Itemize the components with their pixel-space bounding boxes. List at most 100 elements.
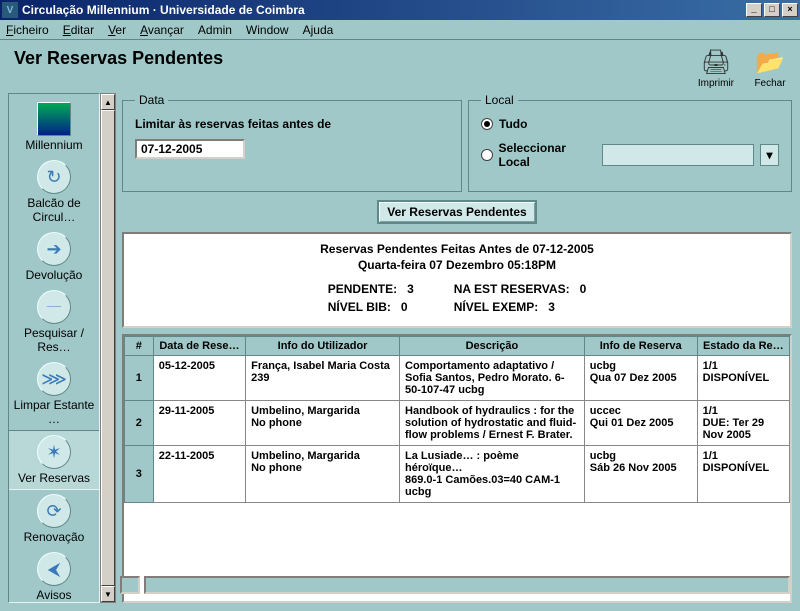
minimize-button[interactable]: _ (746, 3, 762, 17)
window-titlebar: Circulação Millennium · Universidade de … (0, 0, 800, 20)
table-cell: La Lusiade… : poème héroïque…869.0-1 Cam… (400, 446, 585, 503)
stat-nivexemp-label: NÍVEL EXEMP: (454, 300, 538, 314)
radio-seleccionar[interactable] (481, 149, 493, 161)
report-subtitle: Quarta-feira 07 Dezembro 05:18PM (132, 258, 782, 272)
local-select[interactable] (602, 144, 754, 166)
radio-tudo[interactable] (481, 118, 493, 130)
table-cell: 3 (125, 446, 154, 503)
data-filter-label: Limitar às reservas feitas antes de (135, 117, 449, 131)
report-panel: Reservas Pendentes Feitas Antes de 07-12… (122, 232, 792, 328)
sidebar-item-label: Millennium (25, 138, 82, 152)
close-button[interactable]: × (782, 3, 798, 17)
table-cell: Umbelino, MargaridaNo phone (246, 446, 400, 503)
menu-admin[interactable]: Admin (198, 23, 232, 37)
stat-nivbib-value: 0 (401, 300, 408, 314)
table-cell: França, Isabel Maria Costa239 (246, 356, 400, 401)
data-fieldset: Data Limitar às reservas feitas antes de (122, 93, 462, 192)
status-segment-1 (120, 576, 140, 594)
radio-tudo-label: Tudo (499, 117, 527, 131)
table-cell: ucbgQua 07 Dez 2005 (584, 356, 697, 401)
col-status[interactable]: Estado da Re… (697, 337, 789, 356)
table-cell: 1/1DISPONÍVEL (697, 446, 789, 503)
status-bar (120, 576, 790, 594)
col-desc[interactable]: Descrição (400, 337, 585, 356)
menu-ver[interactable]: Ver (108, 23, 126, 37)
stat-pendente-label: PENDENTE: (328, 282, 397, 296)
sidebar-item-devolucao[interactable]: ➔ Devolução (9, 228, 99, 286)
page-title: Ver Reservas Pendentes (14, 48, 698, 69)
sidebar-item-millennium[interactable]: Millennium (9, 98, 99, 156)
sidebar-item-label: Devolução (26, 268, 83, 282)
table-cell: 1/1DUE: Ter 29 Nov 2005 (697, 401, 789, 446)
col-num[interactable]: # (125, 337, 154, 356)
table-row[interactable]: 229-11-2005Umbelino, MargaridaNo phoneHa… (125, 401, 790, 446)
table-cell: 1/1DISPONÍVEL (697, 356, 789, 401)
table-cell: ucbgSáb 26 Nov 2005 (584, 446, 697, 503)
sidebar-item-label: Renovação (24, 530, 85, 544)
balcao-icon: ↻ (37, 160, 71, 194)
sidebar-item-label: Limpar Estante … (11, 398, 97, 426)
window-title: Circulação Millennium · Universidade de … (22, 3, 746, 17)
printer-icon (700, 48, 732, 76)
renovacao-icon: ⟳ (37, 494, 71, 528)
table-cell: 29-11-2005 (153, 401, 245, 446)
sidebar-item-pesquisar[interactable]: 𝄖 Pesquisar / Res… (9, 286, 99, 358)
limpar-icon: ⋙ (37, 362, 71, 396)
maximize-button[interactable]: □ (764, 3, 780, 17)
sidebar: Millennium ↻ Balcão de Circul… ➔ Devoluç… (8, 93, 100, 603)
table-cell: 1 (125, 356, 154, 401)
millennium-icon (37, 102, 71, 136)
results-table-wrap: # Data de Rese… Info do Utilizador Descr… (122, 334, 792, 603)
col-user[interactable]: Info do Utilizador (246, 337, 400, 356)
app-icon (2, 2, 18, 18)
table-cell: Comportamento adaptativo / Sofia Santos,… (400, 356, 585, 401)
devolucao-icon: ➔ (37, 232, 71, 266)
stat-naest-label: NA EST RESERVAS: (454, 282, 570, 296)
folder-open-icon (754, 48, 786, 76)
data-legend: Data (135, 93, 168, 107)
scroll-thumb[interactable] (101, 110, 115, 586)
stat-nivexemp-value: 3 (548, 300, 555, 314)
table-cell: uccecQui 01 Dez 2005 (584, 401, 697, 446)
local-legend: Local (481, 93, 518, 107)
stat-pendente-value: 3 (407, 282, 414, 296)
sidebar-item-balcao[interactable]: ↻ Balcão de Circul… (9, 156, 99, 228)
sidebar-item-label: Pesquisar / Res… (11, 326, 97, 354)
sidebar-item-label: Ver Reservas (18, 471, 90, 485)
local-select-arrow[interactable]: ▾ (760, 144, 779, 166)
sidebar-item-limpar[interactable]: ⋙ Limpar Estante … (9, 358, 99, 430)
date-input[interactable] (135, 139, 245, 159)
stat-naest-value: 0 (580, 282, 587, 296)
ver-reservas-icon: ✶ (37, 435, 71, 469)
local-fieldset: Local Tudo Seleccionar Local ▾ (468, 93, 792, 192)
sidebar-item-ver-reservas[interactable]: ✶ Ver Reservas (9, 430, 99, 490)
table-row[interactable]: 322-11-2005Umbelino, MargaridaNo phoneLa… (125, 446, 790, 503)
table-row[interactable]: 105-12-2005França, Isabel Maria Costa239… (125, 356, 790, 401)
col-reserve[interactable]: Info de Reserva (584, 337, 697, 356)
table-cell: Handbook of hydraulics : for the solutio… (400, 401, 585, 446)
menu-window[interactable]: Window (246, 23, 289, 37)
table-cell: 2 (125, 401, 154, 446)
menu-avancar[interactable]: Avançar (140, 23, 184, 37)
stat-nivbib-label: NÍVEL BIB: (328, 300, 391, 314)
page-header: Ver Reservas Pendentes Imprimir Fechar (0, 40, 800, 93)
menu-editar[interactable]: Editar (63, 23, 94, 37)
table-cell: 05-12-2005 (153, 356, 245, 401)
pesquisar-icon: 𝄖 (37, 290, 71, 324)
col-date[interactable]: Data de Rese… (153, 337, 245, 356)
sidebar-scrollbar[interactable]: ▲ ▼ (100, 93, 116, 603)
close-action-button[interactable]: Fechar (754, 48, 786, 89)
sidebar-item-avisos[interactable]: ⮜ Avisos (9, 548, 99, 603)
menubar: Ficheiro Editar Ver Avançar Admin Window… (0, 20, 800, 40)
sidebar-item-label: Balcão de Circul… (11, 196, 97, 224)
status-segment-2 (144, 576, 790, 594)
report-title: Reservas Pendentes Feitas Antes de 07-12… (132, 242, 782, 256)
menu-ajuda[interactable]: Ajuda (303, 23, 334, 37)
scroll-up-button[interactable]: ▲ (101, 94, 115, 110)
sidebar-item-renovacao[interactable]: ⟳ Renovação (9, 490, 99, 548)
table-cell: Umbelino, MargaridaNo phone (246, 401, 400, 446)
print-button[interactable]: Imprimir (698, 48, 734, 89)
results-table: # Data de Rese… Info do Utilizador Descr… (124, 336, 790, 503)
ver-reservas-button[interactable]: Ver Reservas Pendentes (377, 200, 536, 224)
menu-ficheiro[interactable]: Ficheiro (6, 23, 49, 37)
